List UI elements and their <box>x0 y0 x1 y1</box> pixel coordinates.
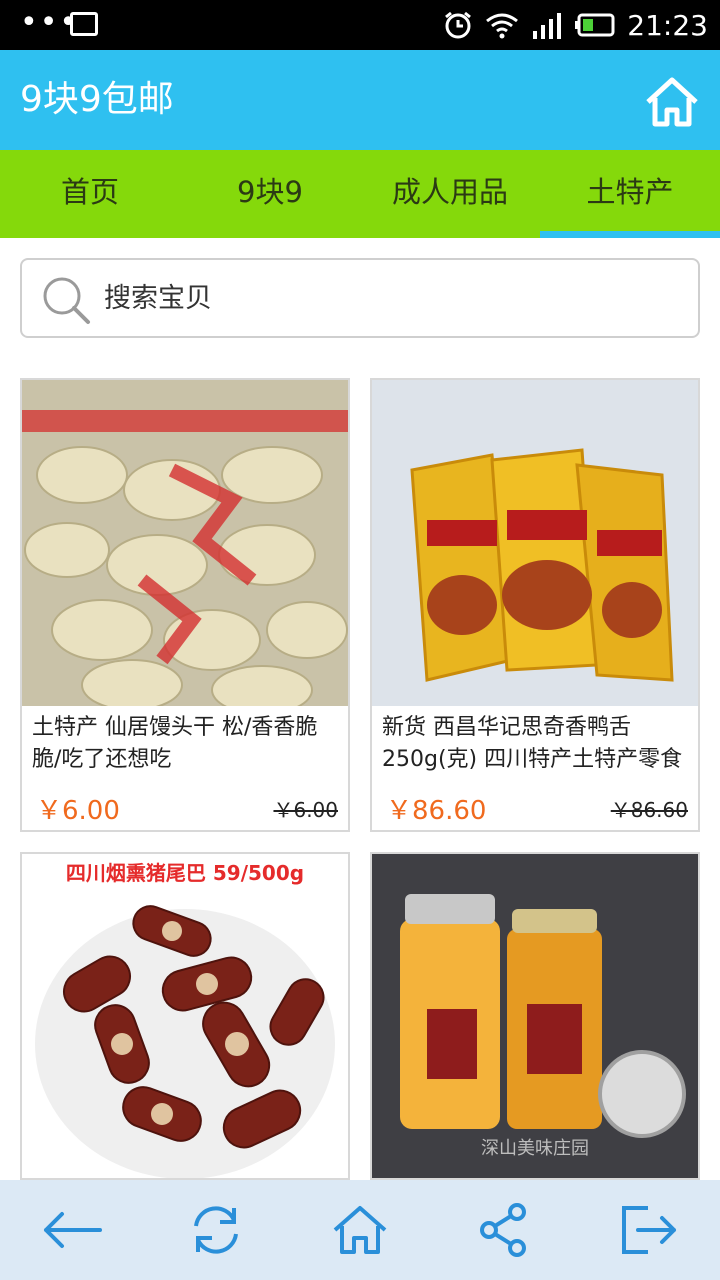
alarm-icon <box>445 11 472 39</box>
tab-9-9[interactable]: 9块9 <box>180 150 360 238</box>
image-caption: 深山美味庄园 <box>481 1138 589 1159</box>
product-price: ￥6.00 <box>36 796 120 826</box>
tab-home[interactable]: 首页 <box>0 150 180 238</box>
search-input[interactable]: 搜索宝贝 <box>20 258 700 338</box>
tab-local-specialty[interactable]: 土特产 <box>540 150 720 238</box>
image-icon <box>70 12 98 36</box>
tab-adult-products[interactable]: 成人用品 <box>360 150 540 238</box>
status-bar: ••• 21:23 <box>0 0 720 50</box>
back-arrow-icon[interactable] <box>36 1194 108 1266</box>
home-icon[interactable] <box>644 74 700 130</box>
product-card[interactable]: 四川烟熏猪尾巴 59/500g <box>20 852 350 1180</box>
product-image[interactable] <box>372 380 698 706</box>
category-tabs: 首页 9块9 成人用品 土特产 <box>0 150 720 238</box>
product-original-price: ￥6.00 <box>273 798 338 822</box>
home-icon[interactable] <box>324 1194 396 1266</box>
app-header: 9块9包邮 <box>0 50 720 150</box>
search-icon <box>43 277 90 324</box>
battery-icon <box>575 13 615 37</box>
product-card[interactable]: 土特产 仙居馒头干 松/香香脆脆/吃了还想吃 ￥6.00 ￥6.00 <box>20 378 350 832</box>
refresh-icon[interactable] <box>180 1194 252 1266</box>
product-name[interactable]: 新货 西昌华记思奇香鸭舌250g(克) 四川特产土特产零食 <box>382 712 688 776</box>
product-price: ￥86.60 <box>386 796 487 826</box>
image-caption: 四川烟熏猪尾巴 59/500g <box>66 861 304 885</box>
product-image[interactable]: 深山美味庄园 <box>372 854 698 1178</box>
search-placeholder: 搜索宝贝 <box>104 283 212 314</box>
signal-icon <box>533 13 562 39</box>
product-image[interactable] <box>22 380 348 706</box>
exit-icon[interactable] <box>612 1194 684 1266</box>
clock: 21:23 <box>627 8 708 42</box>
product-card[interactable]: 深山美味庄园 <box>370 852 700 1180</box>
wifi-icon <box>486 13 519 39</box>
product-name[interactable]: 土特产 仙居馒头干 松/香香脆脆/吃了还想吃 <box>32 712 338 776</box>
product-image[interactable]: 四川烟熏猪尾巴 59/500g <box>22 854 348 1178</box>
page-title: 9块9包邮 <box>20 79 174 120</box>
product-original-price: ￥86.60 <box>610 798 688 822</box>
bottom-nav <box>0 1180 720 1280</box>
share-icon[interactable] <box>468 1194 540 1266</box>
product-card[interactable]: 新货 西昌华记思奇香鸭舌250g(克) 四川特产土特产零食 ￥86.60 ￥86… <box>370 378 700 832</box>
